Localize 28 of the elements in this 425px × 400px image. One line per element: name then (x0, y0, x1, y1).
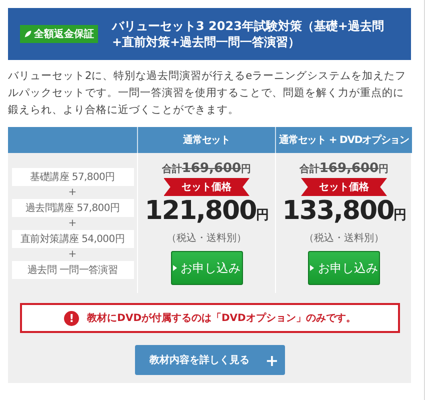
leaf-icon (24, 30, 32, 38)
warning-icon: ! (64, 310, 80, 326)
original-total: 合計169,600円 (299, 161, 389, 176)
details-button[interactable]: 教材内容を詳しく見る + (135, 345, 285, 375)
play-icon (172, 265, 176, 271)
set-price-ribbon: セット価格 (164, 178, 250, 196)
tax-note: （税込・送料別） (304, 232, 384, 245)
plus-sign: + (68, 248, 77, 260)
course-item: 過去問 一問一答演習 (12, 260, 134, 278)
course-item: 基礎講座 57,800円 (12, 168, 134, 186)
column-header: 通常セット (137, 127, 275, 153)
plus-sign: + (68, 186, 77, 198)
guarantee-badge: 全額返金保証 (20, 25, 98, 43)
plus-sign: + (68, 218, 77, 228)
set-price: 121,800円 (144, 196, 268, 228)
apply-button[interactable]: お申し込み (308, 251, 380, 285)
tax-note: （税込・送料別） (166, 232, 246, 245)
set-title: バリューセット3 2023年試験対策（基礎+過去問+直前対策+過去問一問一答演習） (112, 18, 385, 50)
notice-text: 教材にDVDが付属するのは「DVDオプション」のみです。 (87, 311, 356, 325)
course-item: 直前対策講座 54,000円 (12, 230, 134, 248)
description-text: バリューセット2に、特別な過去問演習が行えるeラーニングシステムを加えたフルパックセットです。一問一答演習を使用することで、問題を解く力が重点的に鍛えられ、より合格に近づくことができます。 (8, 69, 408, 118)
play-icon (310, 265, 314, 271)
set-price-ribbon: セット価格 (301, 178, 387, 196)
course-item: 過去問講座 57,800円 (12, 198, 134, 216)
column-header: 通常セット + DVDオプション (275, 127, 412, 153)
apply-button[interactable]: お申し込み (170, 251, 242, 285)
set-price: 133,800円 (282, 196, 406, 228)
original-total: 合計169,600円 (162, 161, 252, 176)
